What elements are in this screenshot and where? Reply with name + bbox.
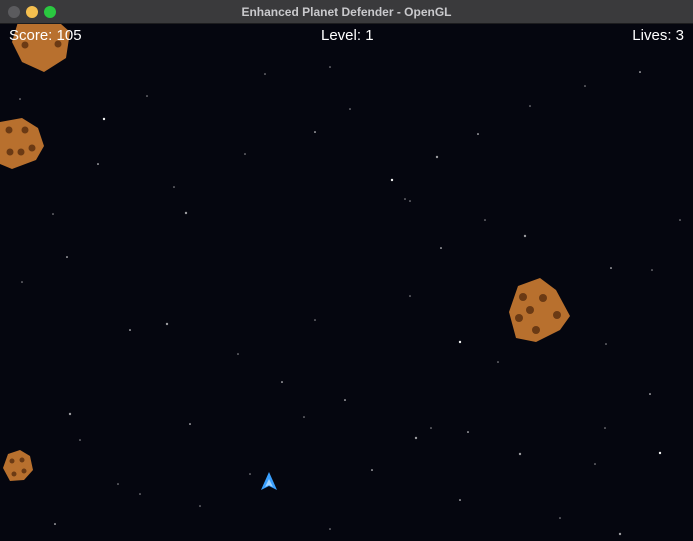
star-icon xyxy=(584,85,586,87)
star-icon xyxy=(467,431,469,433)
game-window: Enhanced Planet Defender - OpenGL Score:… xyxy=(0,0,693,541)
star-icon xyxy=(19,98,21,100)
star-icon xyxy=(594,463,596,465)
star-icon xyxy=(314,131,316,133)
level-display: Level: 1 xyxy=(321,27,374,44)
star-icon xyxy=(344,399,346,401)
star-icon xyxy=(435,155,439,159)
star-icon xyxy=(165,322,169,326)
star-icon xyxy=(649,393,651,395)
star-icon xyxy=(97,163,99,165)
star-icon xyxy=(66,256,68,258)
star-icon xyxy=(264,73,266,75)
star-icon xyxy=(371,469,373,471)
star-icon xyxy=(409,295,411,297)
star-field xyxy=(19,66,681,536)
player-ship-icon xyxy=(261,472,277,490)
lives-display: Lives: 3 xyxy=(632,27,684,44)
star-icon xyxy=(281,381,283,383)
star-icon xyxy=(184,211,188,215)
star-icon xyxy=(559,517,561,519)
star-icon xyxy=(409,200,411,202)
star-icon xyxy=(173,186,175,188)
star-icon xyxy=(329,528,331,530)
star-icon xyxy=(414,436,418,440)
asteroid xyxy=(509,278,570,342)
star-icon xyxy=(146,95,148,97)
star-icon xyxy=(518,452,522,456)
star-icon xyxy=(440,247,442,249)
star-icon xyxy=(651,269,653,271)
window-title: Enhanced Planet Defender - OpenGL xyxy=(241,5,452,19)
star-icon xyxy=(523,234,527,238)
star-icon xyxy=(390,178,394,182)
star-icon xyxy=(199,505,201,507)
star-icon xyxy=(79,439,81,441)
star-icon xyxy=(68,412,72,416)
star-icon xyxy=(484,219,486,221)
star-icon xyxy=(430,427,432,429)
star-icon xyxy=(459,499,461,501)
score-display: Score: 105 xyxy=(9,27,82,44)
star-icon xyxy=(458,340,462,344)
star-icon xyxy=(329,66,331,68)
star-icon xyxy=(249,473,251,475)
star-icon xyxy=(139,493,141,495)
star-icon xyxy=(477,133,479,135)
play-field[interactable] xyxy=(0,24,693,541)
star-icon xyxy=(639,71,641,73)
star-icon xyxy=(189,423,191,425)
asteroid xyxy=(3,450,33,481)
star-icon xyxy=(117,483,119,485)
title-bar: Enhanced Planet Defender - OpenGL xyxy=(0,0,693,24)
star-icon xyxy=(54,523,56,525)
star-icon xyxy=(618,532,622,536)
star-icon xyxy=(610,267,612,269)
star-icon xyxy=(129,329,131,331)
star-icon xyxy=(679,219,681,221)
star-icon xyxy=(497,361,499,363)
star-icon xyxy=(349,108,351,110)
star-icon xyxy=(303,416,305,418)
star-icon xyxy=(237,353,239,355)
star-icon xyxy=(604,427,606,429)
star-icon xyxy=(404,198,406,200)
star-icon xyxy=(102,117,106,121)
star-icon xyxy=(314,319,316,321)
star-icon xyxy=(529,105,531,107)
star-icon xyxy=(52,213,54,215)
star-icon xyxy=(21,281,23,283)
asteroid xyxy=(0,118,44,169)
star-icon xyxy=(605,343,607,345)
star-icon xyxy=(658,451,662,455)
star-icon xyxy=(244,153,246,155)
